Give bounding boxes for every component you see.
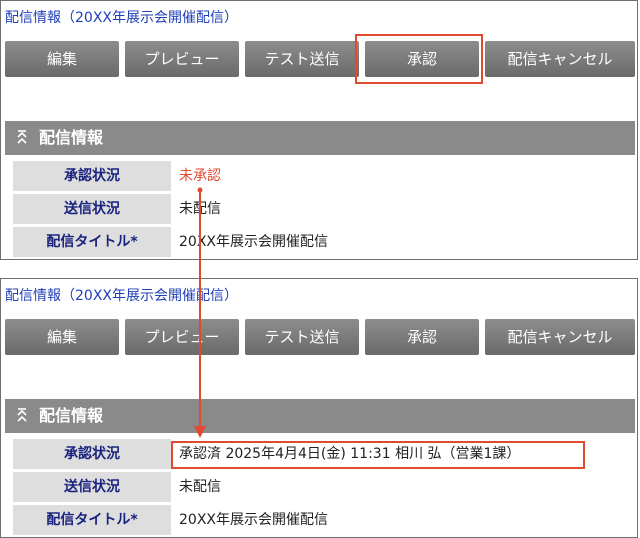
field-row-title: 配信タイトル* 20XX年展示会開催配信: [13, 505, 633, 535]
breadcrumb[interactable]: 配信情報（20XX年展示会開催配信）: [5, 285, 238, 305]
field-row-delivery: 送信状況 未配信: [13, 472, 633, 502]
field-row-title: 配信タイトル* 20XX年展示会開催配信: [13, 227, 633, 257]
double-chevron-up-icon[interactable]: [15, 408, 29, 424]
action-toolbar: 編集 プレビュー テスト送信 承認 配信キャンセル: [5, 319, 635, 355]
test-send-button[interactable]: テスト送信: [245, 319, 359, 355]
approve-button[interactable]: 承認: [365, 319, 479, 355]
preview-button[interactable]: プレビュー: [125, 319, 239, 355]
delivery-status-value: 未配信: [179, 201, 221, 217]
preview-button[interactable]: プレビュー: [125, 41, 239, 77]
cancel-delivery-button[interactable]: 配信キャンセル: [485, 319, 635, 355]
field-label-approval: 承認状況: [13, 439, 171, 469]
field-label-delivery: 送信状況: [13, 194, 171, 224]
section-title: 配信情報: [39, 406, 104, 425]
delivery-title-value: 20XX年展示会開催配信: [179, 512, 328, 528]
field-label-delivery: 送信状況: [13, 472, 171, 502]
edit-button[interactable]: 編集: [5, 41, 119, 77]
field-row-approval: 承認状況 未承認: [13, 161, 633, 191]
cancel-delivery-button[interactable]: 配信キャンセル: [485, 41, 635, 77]
field-row-approval: 承認状況 承認済 2025年4月4日(金) 11:31 相川 弘（営業1課）: [13, 439, 633, 469]
section-title: 配信情報: [39, 128, 104, 147]
test-send-button[interactable]: テスト送信: [245, 41, 359, 77]
delivery-title-value: 20XX年展示会開催配信: [179, 234, 328, 250]
double-chevron-up-icon[interactable]: [15, 130, 29, 146]
field-label-title: 配信タイトル*: [13, 227, 171, 257]
edit-button[interactable]: 編集: [5, 319, 119, 355]
section-header[interactable]: 配信情報: [5, 121, 635, 155]
delivery-panel-before: 配信情報（20XX年展示会開催配信） 編集 プレビュー テスト送信 承認 配信キ…: [0, 0, 638, 260]
field-row-delivery: 送信状況 未配信: [13, 194, 633, 224]
approval-status-value: 未承認: [179, 168, 221, 184]
delivery-status-value: 未配信: [179, 479, 221, 495]
breadcrumb[interactable]: 配信情報（20XX年展示会開催配信）: [5, 7, 238, 27]
approve-button[interactable]: 承認: [365, 41, 479, 77]
action-toolbar: 編集 プレビュー テスト送信 承認 配信キャンセル: [5, 41, 635, 77]
field-label-title: 配信タイトル*: [13, 505, 171, 535]
delivery-panel-after: 配信情報（20XX年展示会開催配信） 編集 プレビュー テスト送信 承認 配信キ…: [0, 278, 638, 538]
field-label-approval: 承認状況: [13, 161, 171, 191]
section-header[interactable]: 配信情報: [5, 399, 635, 433]
approval-status-value: 承認済 2025年4月4日(金) 11:31 相川 弘（営業1課）: [179, 446, 521, 462]
